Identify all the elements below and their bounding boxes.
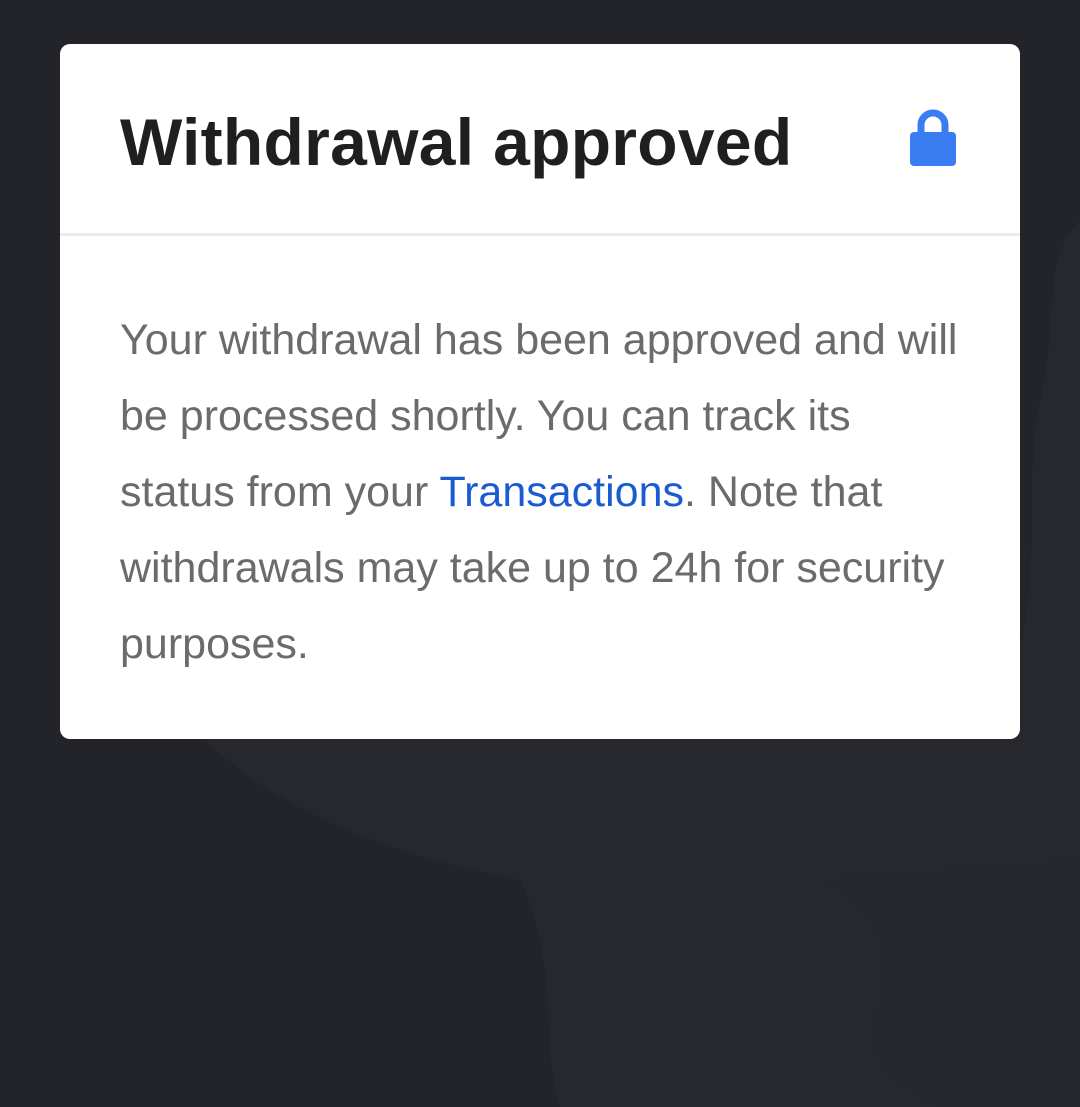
lock-icon <box>910 109 956 166</box>
transactions-link[interactable]: Transactions <box>439 468 684 516</box>
dialog-message: Your withdrawal has been approved and wi… <box>120 302 970 682</box>
withdrawal-approved-dialog: Withdrawal approved Your withdrawal has … <box>60 44 1020 739</box>
message-paragraph: Your withdrawal has been approved and wi… <box>120 302 970 682</box>
dialog-title: Withdrawal approved <box>120 105 793 179</box>
dialog-header: Withdrawal approved <box>60 44 1020 236</box>
